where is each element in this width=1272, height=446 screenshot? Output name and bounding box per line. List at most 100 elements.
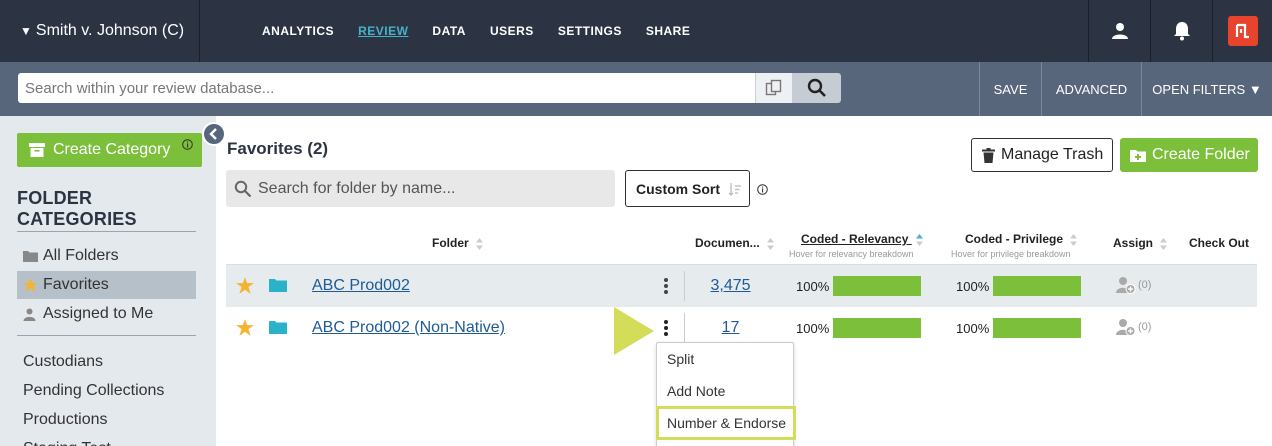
nav-settings[interactable]: SETTINGS [558,24,622,38]
sidebar-item-assigned-to-me[interactable]: Assigned to Me [17,300,196,328]
sidebar-category-custodians[interactable]: Custodians [17,348,196,376]
assign-user-icon [1116,319,1136,336]
custom-sort-button[interactable]: Custom Sort [625,170,750,207]
privilege-percent: 100% [956,279,990,294]
nav-users[interactable]: USERS [490,24,534,38]
assign-user-icon [1116,277,1136,294]
column-header-coded-relevancy[interactable]: Coded - Relevancy [801,232,923,246]
trash-icon [982,147,995,163]
info-icon[interactable] [182,137,193,155]
sort-arrows-icon [1160,237,1168,250]
sort-asc-icon [915,233,923,246]
relevancy-progress-bar[interactable] [833,276,921,296]
open-filters-button[interactable]: OPEN FILTERS ▼ [1141,62,1272,116]
row-options-menu: Split Add Note Number & Endorse [656,342,796,446]
case-name: Smith v. Johnson (C) [35,22,185,39]
row-separator [684,271,685,301]
document-count-link[interactable]: 3,475 [693,277,768,295]
sidebar-item-all-folders[interactable]: All Folders [17,242,196,270]
folder-categories-sidebar: Create Category FOLDER CATEGORIES All Fo… [0,116,216,446]
custom-sort-label: Custom Sort [636,180,720,197]
review-database-search-input[interactable] [18,73,755,103]
assign-button[interactable]: (0) [1116,276,1151,294]
sort-arrows-icon [476,237,484,250]
magnifier-icon [807,78,826,97]
folder-categories-title: FOLDER CATEGORIES [17,188,137,229]
nav-share[interactable]: SHARE [646,24,691,38]
more-options-icon[interactable] [663,277,669,295]
sidebar-divider [17,335,196,336]
menu-item-split[interactable]: Split [657,343,793,375]
save-search-button[interactable]: SAVE [979,62,1041,116]
privilege-percent: 100% [956,321,990,336]
sidebar-item-label: Assigned to Me [43,305,154,322]
menu-item-add-note[interactable]: Add Note [657,375,793,407]
relevancy-percent: 100% [796,279,830,294]
folder-icon [23,250,41,262]
folder-name-link[interactable]: ABC Prod002 [312,277,410,295]
copy-icon [765,79,782,96]
document-count-link[interactable]: 17 [693,319,768,337]
favorite-star-icon[interactable] [236,319,254,336]
manage-trash-label: Manage Trash [1001,146,1104,163]
folder-search-input[interactable] [258,179,608,198]
column-header-documents[interactable]: Documen... [695,236,775,250]
user-menu-button[interactable] [1088,0,1150,62]
sidebar-category-staging-test[interactable]: Staging Test [17,435,196,446]
copy-search-button[interactable] [755,73,792,103]
person-icon [23,308,41,321]
create-folder-label: Create Folder [1152,146,1250,163]
folder-search-box [226,170,615,207]
favorite-star-icon[interactable] [236,277,254,294]
caret-down-icon: ▼ [20,24,32,38]
top-navigation-bar: ▼ Smith v. Johnson (C) ANALYTICS REVIEW … [0,0,1272,62]
sort-arrows-icon [1070,233,1078,246]
nav-review[interactable]: REVIEW [358,24,408,38]
search-button[interactable] [792,73,841,103]
create-folder-button[interactable]: Create Folder [1120,138,1258,172]
nav-analytics[interactable]: ANALYTICS [262,24,334,38]
sidebar-divider [17,231,196,232]
assign-count: (0) [1138,279,1152,291]
folder-name-link[interactable]: ABC Prod002 (Non-Native) [312,319,505,337]
assign-count: (0) [1138,321,1152,333]
case-selector-button[interactable]: ▼ Smith v. Johnson (C) [0,0,200,62]
sort-arrows-icon [767,237,775,250]
manage-trash-button[interactable]: Manage Trash [971,138,1113,172]
privilege-progress-bar[interactable] [993,276,1081,296]
search-toolbar: SAVE ADVANCED OPEN FILTERS ▼ [0,62,1272,116]
page-title: Favorites (2) [227,139,329,158]
sidebar-item-favorites[interactable]: Favorites [17,271,196,299]
relevancy-progress-bar[interactable] [833,318,921,338]
column-header-check-out: Check Out [1189,236,1250,250]
sidebar-item-label: Favorites [43,276,109,293]
sidebar-category-pending-collections[interactable]: Pending Collections [17,377,196,405]
folder-icon [269,321,287,334]
sidebar-category-productions[interactable]: Productions [17,406,196,434]
collapse-sidebar-button[interactable] [202,122,226,146]
notifications-button[interactable] [1150,0,1212,62]
more-options-icon[interactable] [663,319,669,337]
advanced-search-button[interactable]: ADVANCED [1041,62,1141,116]
nav-data[interactable]: DATA [432,24,466,38]
bell-icon [1173,22,1190,41]
column-header-folder[interactable]: Folder [432,236,484,250]
chevron-left-icon [209,128,217,140]
folder-icon [269,279,287,292]
privilege-hint: Hover for privilege breakdown [951,249,1071,259]
sort-icon [728,182,741,196]
relevancy-hint: Hover for relevancy breakdown [789,249,914,259]
column-header-coded-privilege[interactable]: Coded - Privilege [965,232,1078,246]
assign-button[interactable]: (0) [1116,318,1151,336]
row-separator [684,313,685,343]
menu-item-number-endorse[interactable]: Number & Endorse [656,406,796,440]
brand-button[interactable] [1212,0,1272,62]
relevancy-percent: 100% [796,321,830,336]
main-nav: ANALYTICS REVIEW DATA USERS SETTINGS SHA… [262,0,714,62]
create-category-label: Create Category [53,141,171,158]
column-header-assign[interactable]: Assign [1113,236,1168,250]
search-icon [234,180,252,197]
info-icon[interactable] [757,182,768,200]
create-category-button[interactable]: Create Category [17,133,202,167]
privilege-progress-bar[interactable] [993,318,1081,338]
